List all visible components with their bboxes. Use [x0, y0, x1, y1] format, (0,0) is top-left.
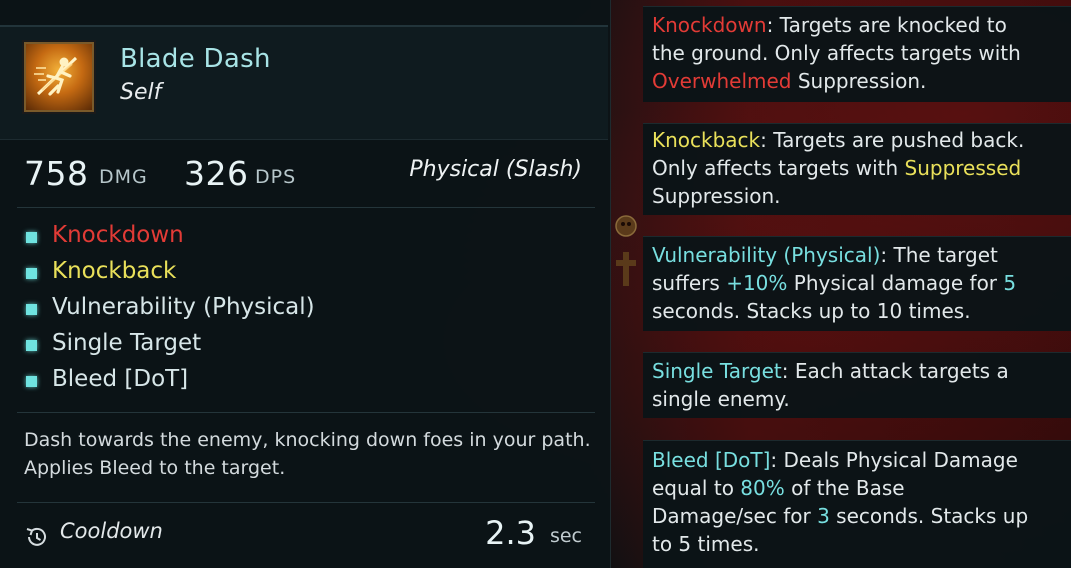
keyword-highlight: Overwhelmed — [652, 69, 792, 93]
keyword-name: Vulnerability (Physical) — [652, 243, 881, 267]
keyword-name: Bleed [DoT] — [652, 448, 771, 472]
divider — [17, 412, 595, 413]
keyword-tooltip-vulnerability: Vulnerability (Physical): The target suf… — [643, 236, 1071, 331]
blade-dash-runner-icon — [24, 42, 94, 112]
keyword-name: Knockback — [652, 128, 761, 152]
ability-target: Self — [120, 80, 162, 105]
keyword-text: : Targets are knocked to — [766, 13, 1007, 37]
keyword-tooltip-single-target: Single Target: Each attack targets a sin… — [643, 352, 1071, 418]
bullet-icon — [26, 376, 37, 387]
cooldown-label: Cooldown — [60, 519, 163, 543]
keyword-value: 80% — [740, 476, 785, 500]
keyword-text: equal to — [652, 476, 741, 500]
keyword-text: seconds. Stacks up — [829, 504, 1029, 528]
bullet-icon — [26, 268, 37, 279]
keyword-tooltip-knockback: Knockback: Targets are pushed back. Only… — [643, 123, 1071, 215]
keyword-text: : Targets are pushed back. — [760, 128, 1025, 152]
ability-card: Blade Dash Self 758 DMG 326 DPS Physical… — [0, 0, 611, 568]
bullet-icon — [26, 232, 37, 243]
keyword-text: Damage/sec for — [652, 504, 818, 528]
tag-label: Knockdown — [52, 222, 184, 248]
damage-type: Physical (Slash) — [409, 157, 582, 182]
cooldown-value: 2.3 — [485, 514, 536, 552]
bullet-icon — [26, 304, 37, 315]
keyword-text: of the Base — [784, 476, 905, 500]
keyword-text: : Each attack targets a — [781, 359, 1009, 383]
tag-label: Single Target — [52, 330, 202, 356]
background-ornament-icon — [615, 215, 637, 286]
keyword-tooltip-knockdown: Knockdown: Targets are knocked to the gr… — [643, 6, 1071, 102]
keyword-text: single enemy. — [652, 387, 790, 411]
dps-value: 326 — [184, 154, 249, 193]
ability-description: Dash towards the enemy, knocking down fo… — [24, 429, 591, 479]
keyword-text: : The target — [880, 243, 998, 267]
divider — [17, 502, 595, 503]
tag-label: Bleed [DoT] — [52, 366, 189, 392]
damage-value: 758 — [24, 154, 89, 193]
damage-stats: 758 DMG 326 DPS Physical (Slash) — [0, 146, 608, 206]
keyword-value: 5 — [1003, 271, 1017, 295]
keyword-text: seconds. Stacks up to 10 times. — [652, 299, 971, 323]
keyword-tooltip-bleed: Bleed [DoT]: Deals Physical Damage equal… — [643, 440, 1071, 568]
keyword-name: Single Target — [652, 359, 782, 383]
keyword-name: Knockdown — [652, 13, 767, 37]
keyword-text: to 5 times. — [652, 532, 760, 556]
keyword-text: Suppression. — [652, 184, 781, 208]
keyword-text: : Deals Physical Damage — [770, 448, 1018, 472]
keyword-text: the ground. Only affects targets with — [652, 41, 1021, 65]
cooldown-unit: sec — [549, 525, 582, 547]
ability-name: Blade Dash — [120, 44, 271, 74]
keyword-highlight: Suppressed — [904, 156, 1022, 180]
tag-label: Knockback — [52, 258, 177, 284]
bullet-icon — [26, 340, 37, 351]
keyword-text: Suppression. — [791, 69, 927, 93]
keyword-text: Physical damage for — [787, 271, 1004, 295]
damage-unit: DMG — [99, 166, 148, 188]
keyword-value: +10% — [726, 271, 788, 295]
keyword-text: suffers — [652, 271, 727, 295]
cooldown-clock-icon — [26, 527, 46, 546]
dps-unit: DPS — [255, 166, 297, 188]
cooldown-row: Cooldown 2.3 sec — [0, 505, 608, 560]
keyword-value: 3 — [817, 504, 830, 528]
keyword-text: Only affects targets with — [652, 156, 905, 180]
divider — [17, 207, 595, 208]
tag-label: Vulnerability (Physical) — [52, 294, 315, 320]
